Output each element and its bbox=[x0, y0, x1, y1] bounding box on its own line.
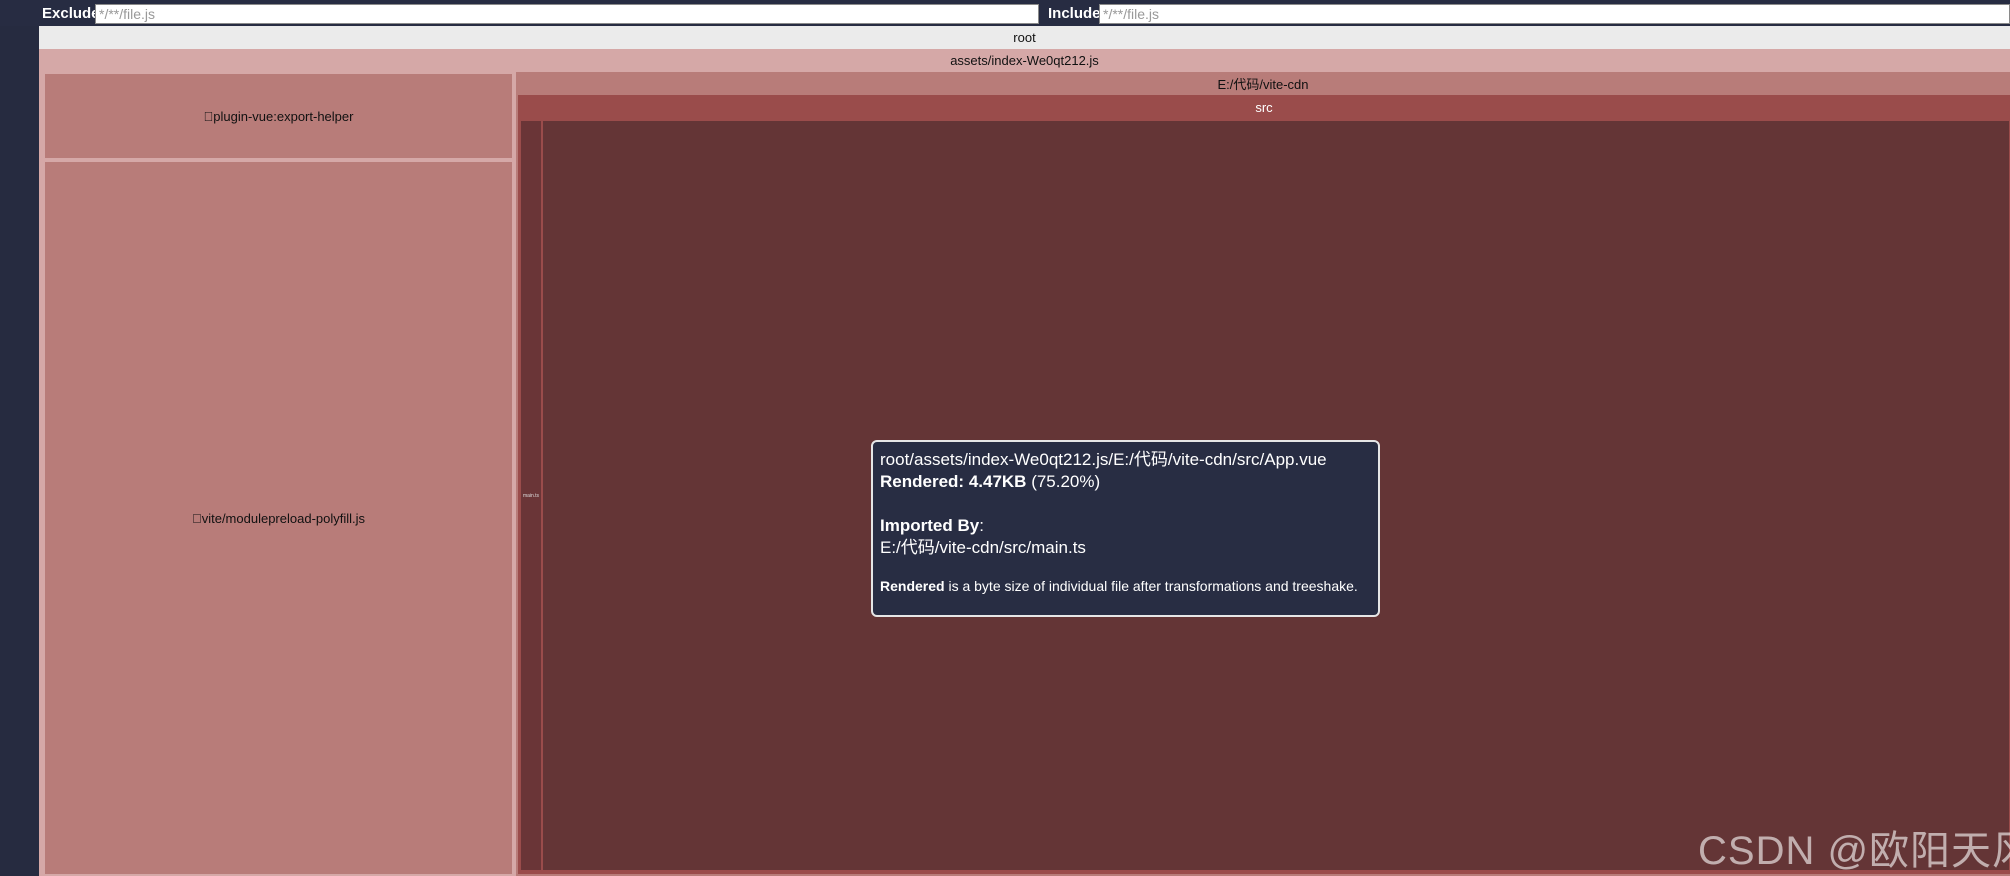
tooltip-imported-by-row: Imported By: bbox=[880, 515, 1371, 537]
node-tooltip: root/assets/index-We0qt212.js/E:/代码/vite… bbox=[871, 440, 1380, 617]
tooltip-note: Rendered is a byte size of individual fi… bbox=[880, 577, 1371, 595]
asset-label: assets/index-We0qt212.js bbox=[950, 53, 1099, 68]
include-label: Include bbox=[1048, 5, 1101, 22]
tooltip-spacer bbox=[880, 493, 1371, 515]
tooltip-rendered-row: Rendered: 4.47KB (75.20%) bbox=[880, 471, 1371, 493]
tooltip-imported-by-label: Imported By bbox=[880, 516, 980, 535]
csdn-watermark: CSDN @欧阳天风 bbox=[1698, 829, 2010, 873]
exclude-input[interactable] bbox=[95, 4, 1039, 24]
src-header[interactable]: src bbox=[518, 95, 2010, 119]
root-label: root bbox=[1013, 30, 1036, 45]
treemap-modulepreload-node[interactable]:  vite/modulepreload-polyfill.js bbox=[43, 160, 514, 876]
plugin-helper-label:  plugin-vue:export-helper bbox=[203, 108, 354, 124]
main-ts-label: main.ts bbox=[522, 492, 540, 499]
treemap-main-ts-node[interactable]: main.ts bbox=[520, 120, 542, 871]
project-dir-label: E:/代码/vite-cdn bbox=[1217, 77, 1309, 92]
tooltip-note-text: is a byte size of individual file after … bbox=[944, 578, 1358, 594]
treemap-root-node[interactable]: root bbox=[39, 26, 2010, 49]
treemap-plugin-helper-node[interactable]:  plugin-vue:export-helper bbox=[43, 72, 514, 160]
exclude-label: Exclude bbox=[42, 5, 100, 22]
tooltip-imported-by-value: E:/代码/vite-cdn/src/main.ts bbox=[880, 538, 1086, 557]
modulepreload-label:  vite/modulepreload-polyfill.js bbox=[191, 510, 366, 526]
tooltip-rendered-percent: (75.20%) bbox=[1031, 472, 1101, 491]
tooltip-imported-by-colon: : bbox=[979, 516, 984, 535]
tooltip-rendered-size: 4.47KB bbox=[968, 472, 1027, 491]
tooltip-rendered-label: Rendered: bbox=[880, 472, 965, 491]
tooltip-note-bold: Rendered bbox=[880, 578, 945, 594]
include-input[interactable] bbox=[1099, 4, 2010, 24]
tooltip-path: root/assets/index-We0qt212.js/E:/代码/vite… bbox=[880, 450, 1327, 469]
src-label: src bbox=[1255, 99, 1273, 115]
asset-header[interactable]: assets/index-We0qt212.js bbox=[39, 49, 2010, 72]
project-dir-header[interactable]: E:/代码/vite-cdn bbox=[516, 72, 2010, 95]
